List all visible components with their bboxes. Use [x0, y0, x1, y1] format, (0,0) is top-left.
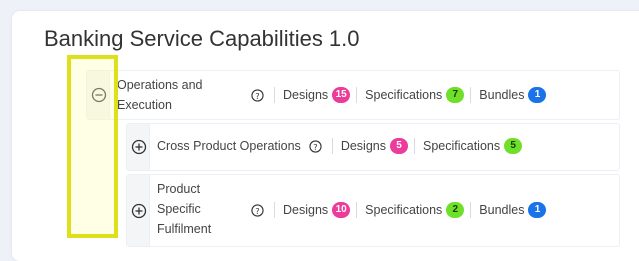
- specifications-count-badge: 5: [504, 138, 523, 154]
- toggle-column: [127, 124, 150, 170]
- designs-count-badge: 10: [332, 202, 351, 218]
- divider: [470, 202, 472, 218]
- divider: [274, 87, 275, 103]
- tree-row-cross-product-operations[interactable]: Cross Product Operations ? Designs 5 Spe…: [126, 123, 620, 171]
- page-title: Banking Service Capabilities 1.0: [44, 26, 360, 51]
- bundles-link[interactable]: Bundles 1: [479, 87, 547, 103]
- svg-text:?: ?: [255, 205, 259, 215]
- divider: [356, 202, 358, 218]
- divider: [274, 202, 275, 218]
- specifications-count-badge: 2: [446, 202, 465, 218]
- bundles-link[interactable]: Bundles 1: [479, 202, 547, 218]
- highlight-box: [67, 55, 118, 238]
- divider: [331, 138, 333, 154]
- row-label: Cross Product Operations: [157, 139, 301, 153]
- designs-count-badge: 5: [389, 138, 408, 154]
- help-icon[interactable]: ?: [309, 139, 322, 153]
- svg-text:?: ?: [255, 90, 259, 100]
- row-label: Operations and Execution: [117, 78, 203, 112]
- help-icon[interactable]: ?: [251, 203, 264, 217]
- designs-count-badge: 15: [332, 87, 351, 103]
- designs-link[interactable]: Designs 10: [283, 202, 351, 218]
- plus-circle-icon[interactable]: [131, 139, 147, 155]
- specifications-link[interactable]: Specifications 7: [365, 87, 465, 103]
- bundles-count-badge: 1: [528, 202, 547, 218]
- row-label: Product Specific Fulfilment: [157, 182, 212, 236]
- row-metrics: Cross Product Operations ? Designs 5 Spe…: [157, 138, 523, 154]
- svg-text:?: ?: [313, 141, 317, 151]
- tree-row-operations-and-execution[interactable]: Operations and Execution ? Designs 15 Sp…: [86, 70, 620, 120]
- bundles-count-badge: 1: [528, 87, 547, 103]
- specifications-link[interactable]: Specifications 2: [365, 202, 465, 218]
- tree-row-product-specific-fulfilment[interactable]: Product Specific Fulfilment ? Designs 10…: [126, 174, 620, 247]
- toggle-column: [127, 175, 150, 246]
- row-metrics: ? Designs 10 Specifications 2 Bundles 1: [251, 202, 547, 218]
- divider: [356, 87, 358, 103]
- specifications-link[interactable]: Specifications 5: [423, 138, 523, 154]
- specifications-count-badge: 7: [446, 87, 465, 103]
- divider: [470, 87, 472, 103]
- designs-link[interactable]: Designs 15: [283, 87, 351, 103]
- divider: [413, 138, 415, 154]
- help-icon[interactable]: ?: [251, 88, 264, 102]
- row-metrics: ? Designs 15 Specifications 7 Bundles 1: [251, 87, 547, 103]
- designs-link[interactable]: Designs 5: [341, 138, 408, 154]
- plus-circle-icon[interactable]: [131, 203, 147, 219]
